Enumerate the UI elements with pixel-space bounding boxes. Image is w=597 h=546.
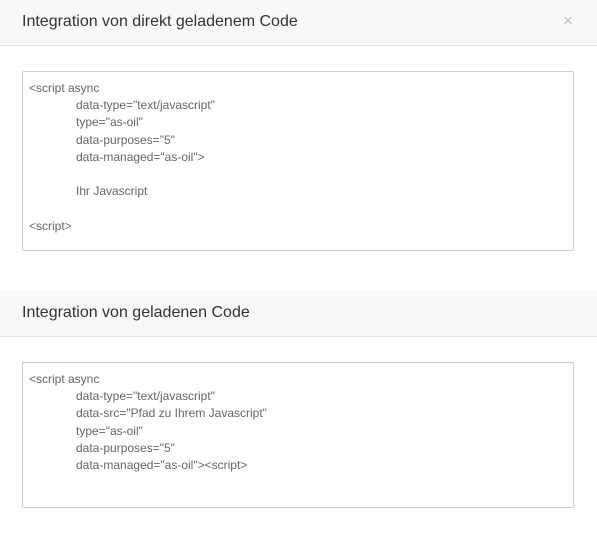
loaded-code-header: Integration von geladenen Code — [0, 291, 597, 337]
code-line: data-managed="as-oil"><script> — [76, 457, 248, 472]
direct-code-title: Integration von direkt geladenem Code — [22, 13, 298, 30]
code-line: data-managed="as-oil"> — [76, 149, 205, 164]
code-line: type="as-oil" — [76, 423, 143, 438]
code-line: type="as-oil" — [76, 115, 143, 130]
code-line: <script async — [29, 372, 100, 386]
code-line: Ihr Javascript — [76, 184, 148, 199]
loaded-code-title: Integration von geladenen Code — [22, 304, 250, 321]
direct-code-header: Integration von direkt geladenem Code × — [0, 0, 597, 46]
code-line: <script> — [29, 218, 72, 233]
direct-code-textarea[interactable]: <script async data-type="text/javascript… — [22, 71, 574, 251]
close-icon[interactable]: × — [561, 12, 575, 30]
code-line: data-type="text/javascript" — [76, 98, 215, 113]
code-line: data-purposes="5" — [76, 132, 175, 147]
code-line: data-purposes="5" — [76, 440, 175, 455]
code-line: data-src="Pfad zu Ihrem Javascript" — [76, 406, 267, 421]
loaded-code-textarea[interactable]: <script async data-type="text/javascript… — [22, 362, 574, 508]
code-line: data-type="text/javascript" — [76, 389, 215, 404]
integration-modal: Integration von direkt geladenem Code × … — [0, 0, 597, 546]
code-line: <script async — [29, 81, 100, 95]
